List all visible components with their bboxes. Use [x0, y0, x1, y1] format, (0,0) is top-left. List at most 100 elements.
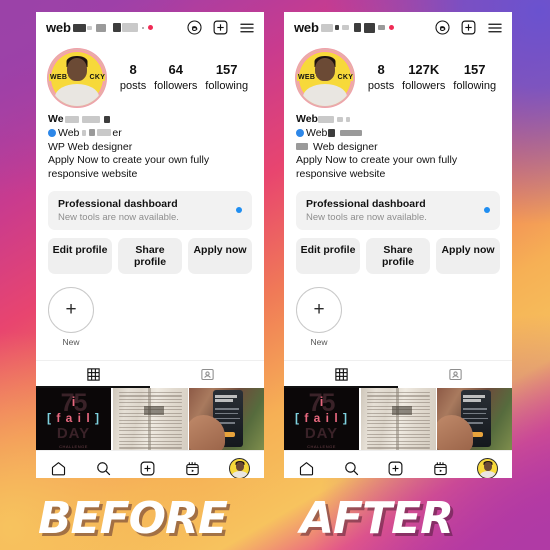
tagged-tab[interactable]: [398, 361, 512, 388]
nav-avatar: [477, 458, 499, 478]
phone-screen-subtitle: [463, 399, 481, 403]
post-title-i: i: [319, 393, 324, 409]
profile-avatar[interactable]: WEB CKY: [48, 49, 106, 107]
profile-username[interactable]: web: [294, 20, 394, 35]
redacted-block: [95, 23, 106, 32]
grid-icon: [86, 368, 100, 381]
reels-icon[interactable]: [432, 460, 449, 477]
avatar-body: [55, 84, 99, 106]
post-title-fail: [[ f a i l ] f a i l ]: [46, 410, 101, 425]
post-title-i: i: [71, 393, 76, 409]
profile-avatar[interactable]: WEB CKY: [296, 49, 354, 107]
redacted-block: [345, 116, 350, 122]
redacted-block: [336, 116, 343, 122]
book-text-lines: [118, 391, 182, 449]
profile-bio: We Web er WP Web designer Apply Now to c…: [36, 107, 264, 182]
stat-followers-label: followers: [402, 79, 446, 92]
stat-posts[interactable]: 8 posts: [368, 62, 394, 93]
book-highlight: [392, 406, 412, 415]
search-icon[interactable]: [343, 460, 360, 477]
stat-following[interactable]: 157 following: [453, 62, 496, 93]
stat-followers[interactable]: 127K followers: [402, 62, 445, 93]
caption-after: AFTER: [300, 493, 454, 544]
bio-display-name: We: [48, 113, 252, 125]
post-thumbnail[interactable]: 75 i [[ f a i l ] f a i l ] DAY CHALLENG…: [36, 387, 111, 450]
redacted-block: [317, 115, 334, 123]
top-bar: web: [284, 12, 512, 43]
avatar-body: [303, 84, 347, 106]
post-thumbnail[interactable]: [112, 387, 188, 450]
threads-icon[interactable]: [434, 19, 451, 36]
apply-now-button[interactable]: Apply now: [436, 237, 500, 274]
nav-avatar-head: [235, 462, 244, 472]
add-post-icon[interactable]: [387, 460, 404, 477]
dashboard-title: Professional dashboard: [306, 197, 426, 210]
bio-verified-suffix: er: [112, 126, 122, 139]
grid-tab[interactable]: [284, 361, 398, 388]
edit-profile-button[interactable]: Edit profile: [296, 237, 360, 274]
redacted-block: [97, 129, 112, 136]
bio-display-name-text: Web: [296, 113, 318, 125]
tagged-tab[interactable]: [150, 361, 264, 388]
apply-now-button[interactable]: Apply now: [188, 237, 252, 274]
dashboard-notification-dot: [236, 207, 242, 214]
plus-box-icon[interactable]: [460, 19, 477, 36]
profile-header-row: WEB CKY 8 posts 127K followers 157 follo…: [284, 43, 512, 107]
phone-screen-title: [463, 394, 485, 398]
stat-following-label: following: [205, 79, 249, 92]
highlight-new-label: New: [62, 336, 80, 347]
grid-tab[interactable]: [36, 361, 150, 388]
highlight-new-label: New: [310, 336, 328, 347]
hamburger-menu-icon[interactable]: [486, 19, 504, 37]
stat-followers-count: 127K: [408, 62, 440, 78]
post-thumbnail[interactable]: 75 i [ f a i l ] DAY CHALLENGE: [284, 387, 359, 450]
add-post-icon[interactable]: [139, 460, 156, 477]
phone-screen-subtitle: [215, 399, 233, 403]
profile-avatar-icon[interactable]: [229, 458, 251, 478]
post-thumbnail[interactable]: [437, 387, 512, 450]
dashboard-text: Professional dashboard New tools are now…: [306, 198, 484, 223]
share-profile-button[interactable]: Share profile: [118, 237, 182, 274]
dashboard-subtitle: New tools are now available.: [306, 211, 427, 223]
share-profile-button[interactable]: Share profile: [366, 237, 430, 274]
home-icon[interactable]: [50, 460, 67, 477]
redacted-block: [296, 143, 308, 150]
stat-posts[interactable]: 8 posts: [120, 62, 146, 93]
bio-description: Apply Now to create your own fully respo…: [296, 154, 458, 180]
profile-avatar-icon[interactable]: [477, 458, 499, 478]
profile-stats: 8 posts 127K followers 157 following: [354, 62, 500, 93]
professional-dashboard-card[interactable]: Professional dashboard New tools are now…: [48, 190, 252, 230]
dashboard-subtitle: New tools are now available.: [58, 211, 179, 223]
avatar-badge-left: WEB: [297, 74, 317, 81]
stat-followers[interactable]: 64 followers: [154, 62, 197, 93]
highlight-new[interactable]: + New: [296, 286, 342, 347]
search-icon[interactable]: [95, 460, 112, 477]
bio-description: Apply Now to create your own fully respo…: [48, 154, 210, 180]
post-thumbnail[interactable]: [189, 387, 264, 450]
avatar-badge-text: WEB CKY: [297, 74, 353, 81]
redacted-block: [112, 23, 121, 32]
redacted-block: [72, 23, 86, 32]
profile-action-buttons: Edit profile Share profile Apply now: [284, 230, 512, 274]
profile-username[interactable]: web: [46, 20, 153, 35]
post-thumbnail[interactable]: [360, 387, 436, 450]
nav-avatar: [229, 458, 251, 478]
bottom-navigation: [284, 449, 512, 478]
hamburger-menu-icon[interactable]: [238, 19, 256, 37]
stat-following[interactable]: 157 following: [205, 62, 248, 93]
stat-following-label: following: [453, 79, 497, 92]
reels-icon[interactable]: [184, 460, 201, 477]
profile-tabs: [284, 359, 512, 388]
highlight-new[interactable]: + New: [48, 286, 94, 347]
edit-profile-button[interactable]: Edit profile: [48, 237, 112, 274]
post-subtitle: CHALLENGE: [307, 443, 336, 449]
plus-box-icon[interactable]: [212, 19, 229, 36]
bio-verified-text: Web: [306, 126, 328, 139]
home-icon[interactable]: [298, 460, 315, 477]
stat-posts-label: posts: [119, 79, 147, 92]
redacted-block: [334, 25, 339, 30]
bio-display-name: Web: [296, 113, 500, 125]
professional-dashboard-card[interactable]: Professional dashboard New tools are now…: [296, 190, 500, 230]
threads-icon[interactable]: [186, 19, 203, 36]
add-highlight-icon: +: [296, 286, 342, 333]
